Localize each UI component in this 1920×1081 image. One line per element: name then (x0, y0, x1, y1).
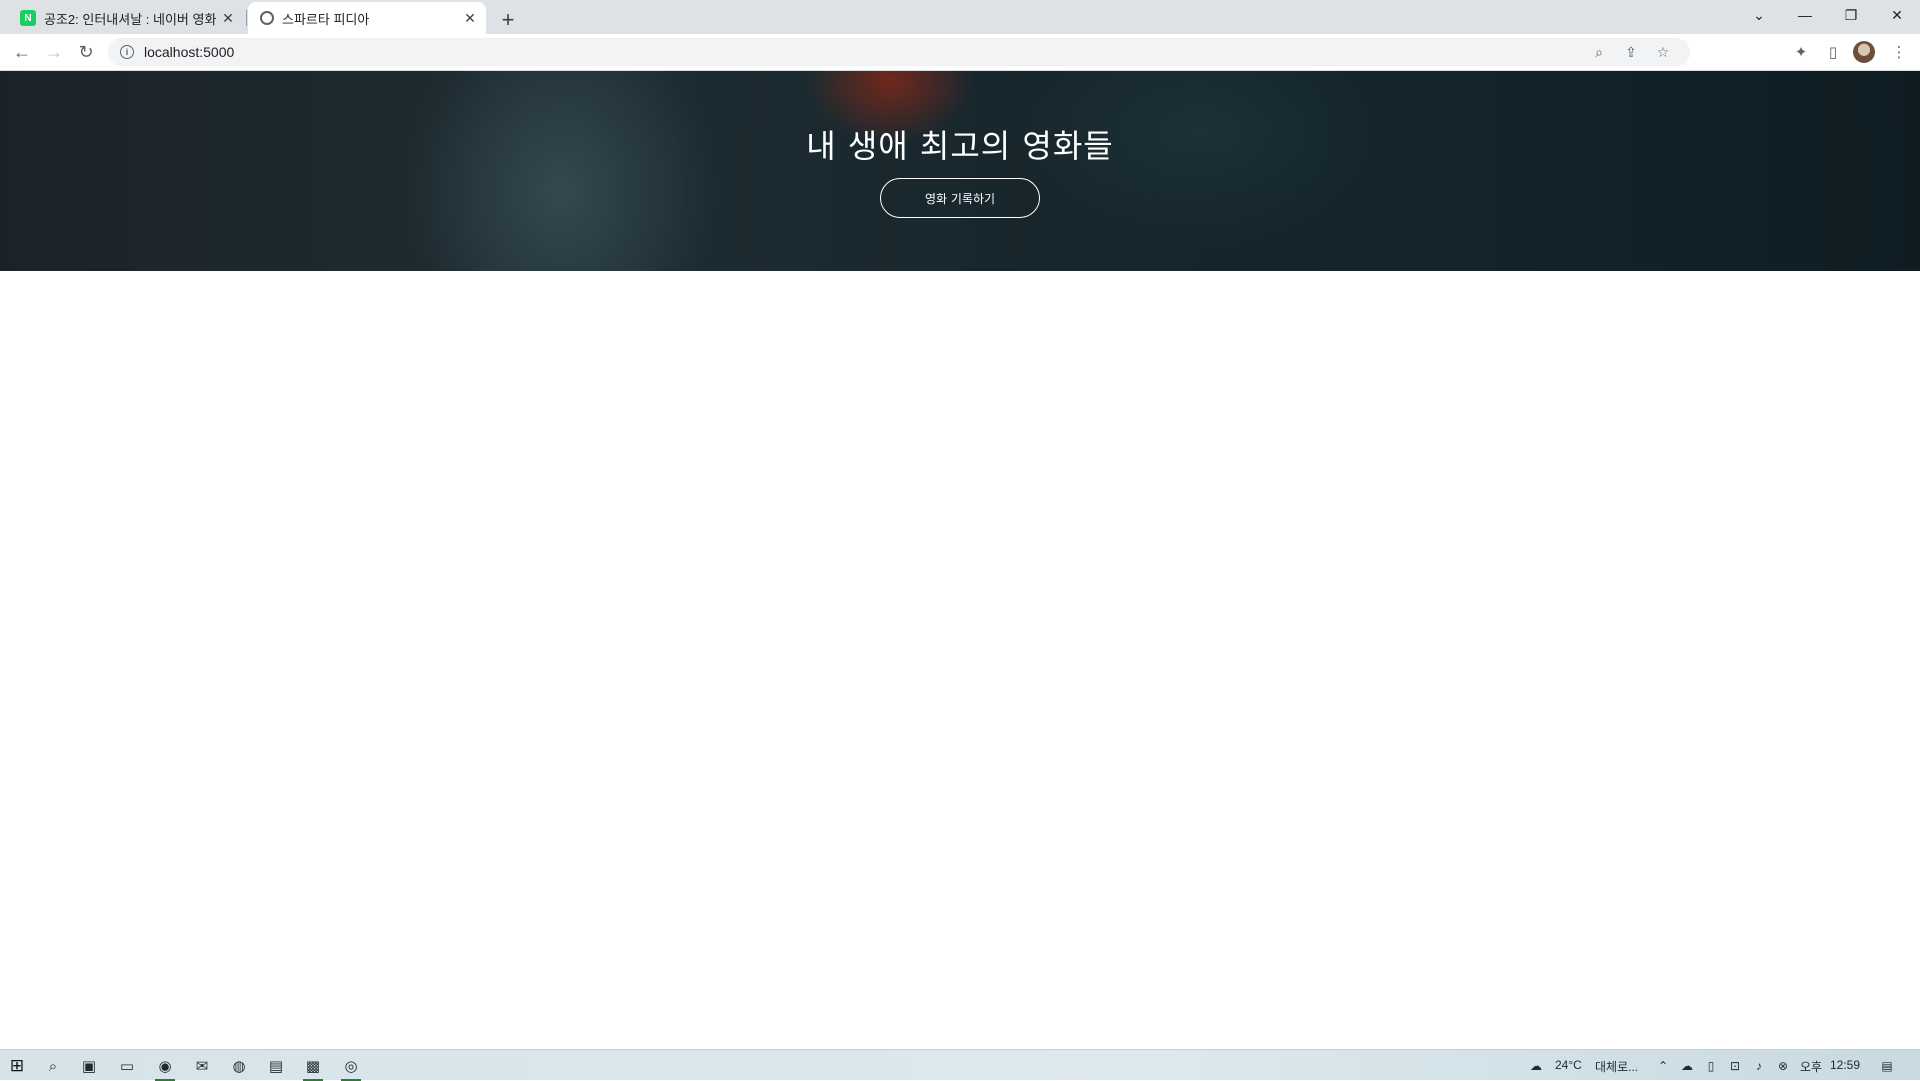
reload-icon[interactable]: ↻ (72, 38, 100, 66)
close-window-icon[interactable]: ✕ (1874, 0, 1920, 30)
minimize-icon[interactable]: — (1782, 0, 1828, 30)
steam-icon[interactable]: ◍ (226, 1053, 252, 1079)
chrome-icon[interactable]: ◎ (338, 1053, 364, 1081)
remote-desktop-icon[interactable]: ▤ (263, 1053, 289, 1079)
forward-icon[interactable]: → (40, 38, 68, 66)
close-icon[interactable]: ✕ (218, 8, 238, 28)
weather-icon[interactable]: ☁ (1527, 1057, 1545, 1075)
record-movie-button[interactable]: 영화 기록하기 (880, 178, 1040, 218)
clock-ampm[interactable]: 오후 (1800, 1058, 1822, 1075)
tab-title: 공조2: 인터내셔날 : 네이버 영화 (44, 11, 217, 27)
zoom-icon[interactable]: ⌕ (1588, 42, 1610, 62)
side-panel-icon[interactable]: ▯ (1819, 38, 1847, 66)
url-text: localhost:5000 (144, 44, 235, 60)
browser-tab-strip: N 공조2: 인터내셔날 : 네이버 영화 ✕ 스파르타 피디아 ✕ + ⌄ —… (0, 0, 1920, 34)
restore-icon[interactable]: ❐ (1828, 0, 1874, 30)
tab-spartapedia[interactable]: 스파르타 피디아 ✕ (248, 2, 486, 34)
file-explorer-icon[interactable]: ▭ (114, 1053, 140, 1079)
tab-search-chevron-icon[interactable]: ⌄ (1736, 0, 1782, 30)
weather-description[interactable]: 대체로... (1595, 1058, 1638, 1075)
weather-temperature[interactable]: 24°C (1555, 1058, 1582, 1072)
naver-icon: N (20, 10, 36, 26)
input-method-icon[interactable]: ⊗ (1774, 1057, 1792, 1075)
close-icon[interactable]: ✕ (460, 8, 480, 28)
network-icon[interactable]: ⊡ (1726, 1057, 1744, 1075)
search-icon[interactable]: ⌕ (40, 1053, 66, 1079)
page-body (0, 271, 1920, 1049)
windows-taskbar: ⊞ ⌕ ▣ ▭ ◉ ✉ ◍ ▤ ▩ ◎ ☁ 24°C 대체로... ⌃ ☁ ▯ … (0, 1049, 1920, 1081)
clock-time[interactable]: 12:59 (1830, 1058, 1860, 1072)
globe-icon (260, 11, 274, 25)
kebab-menu-icon[interactable]: ⋮ (1885, 38, 1913, 66)
info-icon[interactable]: i (120, 45, 134, 59)
tab-title: 스파르타 피디아 (282, 11, 370, 27)
back-icon[interactable]: ← (8, 38, 36, 66)
windows-start-icon[interactable]: ⊞ (4, 1053, 30, 1079)
address-bar[interactable]: i localhost:5000 ⌕ ⇪ ☆ (108, 38, 1690, 66)
edge-browser-icon[interactable]: ◉ (152, 1053, 178, 1081)
page-title: 내 생애 최고의 영화들 (806, 127, 1114, 165)
volume-icon[interactable]: ♪ (1750, 1057, 1768, 1075)
extensions-puzzle-icon[interactable]: ✦ (1787, 38, 1815, 66)
bookmark-star-icon[interactable]: ☆ (1652, 42, 1674, 62)
chevron-up-icon[interactable]: ⌃ (1654, 1057, 1672, 1075)
mail-icon[interactable]: ✉ (189, 1053, 215, 1079)
share-icon[interactable]: ⇪ (1620, 42, 1642, 62)
notification-icon[interactable]: ▤ (1878, 1057, 1896, 1075)
tab-separator (246, 10, 247, 26)
task-view-icon[interactable]: ▣ (76, 1053, 102, 1079)
hero-banner: 내 생애 최고의 영화들 영화 기록하기 (0, 71, 1920, 271)
browser-toolbar: ← → ↻ i localhost:5000 ⌕ ⇪ ☆ ✦ ▯ ⋮ (0, 34, 1920, 71)
pycharm-icon[interactable]: ▩ (300, 1053, 326, 1081)
tab-naver-movie[interactable]: N 공조2: 인터내셔날 : 네이버 영화 ✕ (8, 2, 244, 34)
profile-avatar[interactable] (1853, 41, 1875, 63)
battery-icon[interactable]: ▯ (1702, 1057, 1720, 1075)
new-tab-button[interactable]: + (494, 6, 522, 34)
onedrive-icon[interactable]: ☁ (1678, 1057, 1696, 1075)
